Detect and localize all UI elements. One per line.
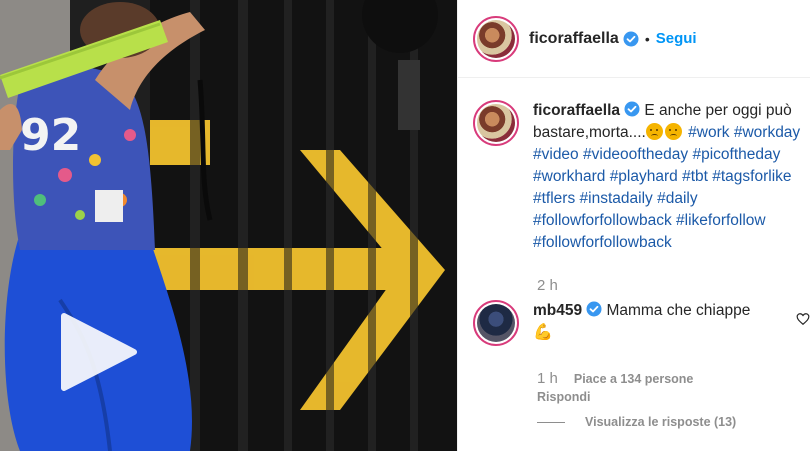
replies-divider-line xyxy=(537,421,565,423)
hashtag-link[interactable]: #video xyxy=(533,146,579,163)
hashtag-link[interactable]: #workhard xyxy=(533,168,605,185)
commenter-avatar[interactable] xyxy=(473,300,519,346)
hashtag-link[interactable]: #instadaily xyxy=(580,190,653,207)
sad-face-emoji-icon xyxy=(664,123,682,140)
play-button[interactable] xyxy=(58,312,138,392)
comment-item: mb459 Mamma che chiappe 💪 xyxy=(473,300,810,346)
verified-badge-icon xyxy=(586,301,602,317)
hashtag-link[interactable]: #videooftheday xyxy=(583,146,688,163)
hashtag-link[interactable]: #playhard xyxy=(610,168,678,185)
sad-face-emoji-icon xyxy=(645,123,663,140)
hashtag-link[interactable]: #work xyxy=(688,124,729,141)
hashtag-link[interactable]: #daily xyxy=(657,190,698,207)
hashtag-link[interactable]: #workday xyxy=(734,124,800,141)
caption-timestamp[interactable]: 2 h xyxy=(537,277,558,294)
post-caption: ficoraffaella E anche per oggi può basta… xyxy=(473,100,810,254)
caption-username[interactable]: ficoraffaella xyxy=(533,102,620,119)
hashtag-link[interactable]: #likeforfollow xyxy=(676,212,766,229)
flexed-biceps-emoji-icon: 💪 xyxy=(533,324,553,341)
video-player[interactable]: 92 xyxy=(0,0,457,451)
svg-text:92: 92 xyxy=(20,110,81,161)
post-side-panel: ficoraffaella • Segui ficoraffaella E an… xyxy=(457,0,810,451)
caption-text: ficoraffaella E anche per oggi può basta… xyxy=(533,100,803,254)
verified-badge-icon xyxy=(624,101,640,117)
author-username[interactable]: ficoraffaella xyxy=(529,30,619,48)
comment-likes-count[interactable]: Piace a 134 persone xyxy=(574,372,694,386)
play-icon xyxy=(61,313,137,391)
separator-dot: • xyxy=(644,30,650,47)
hashtag-link[interactable]: #tagsforlike xyxy=(712,168,791,185)
commenter-username[interactable]: mb459 xyxy=(533,302,582,319)
follow-button[interactable]: Segui xyxy=(656,30,697,47)
comment-text: mb459 Mamma che chiappe 💪 xyxy=(533,300,803,346)
author-avatar[interactable] xyxy=(473,15,519,62)
view-replies-label: Visualizza le risposte (13) xyxy=(585,415,737,429)
comment-meta: 1 h Piace a 134 persone xyxy=(537,370,693,387)
view-replies-button[interactable]: Visualizza le risposte (13) xyxy=(537,415,736,429)
heart-icon[interactable] xyxy=(796,312,810,326)
hashtag-link[interactable]: #tbt xyxy=(682,168,708,185)
hashtag-link[interactable]: #followforfollowback xyxy=(533,212,672,229)
hashtag-link[interactable]: #picoftheday xyxy=(692,146,780,163)
comment-body: Mamma che chiappe xyxy=(606,302,751,319)
post-header: ficoraffaella • Segui xyxy=(458,0,810,78)
hashtag-link[interactable]: #tflers xyxy=(533,190,575,207)
hashtag-link[interactable]: #followforfollowback xyxy=(533,234,672,251)
reply-button[interactable]: Rispondi xyxy=(537,390,590,404)
verified-badge-icon xyxy=(623,31,639,46)
comment-timestamp[interactable]: 1 h xyxy=(537,370,558,387)
caption-avatar[interactable] xyxy=(473,100,519,146)
